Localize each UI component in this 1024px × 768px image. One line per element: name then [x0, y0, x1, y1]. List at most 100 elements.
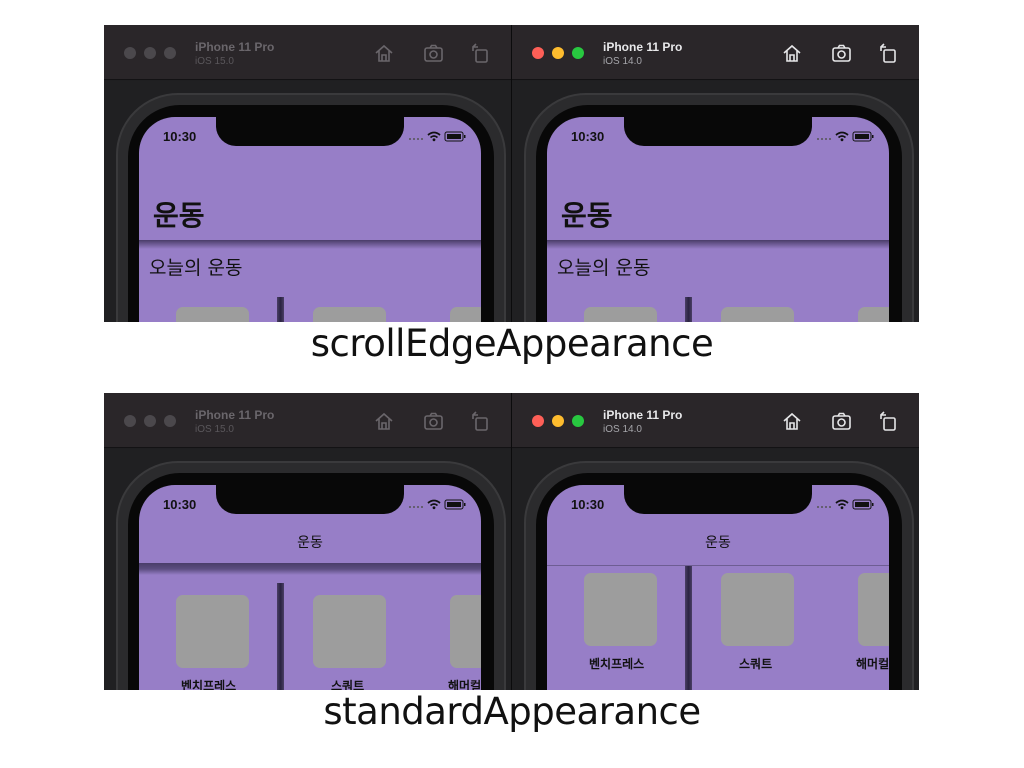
simulator-titlebar: iPhone 11 Pro iOS 15.0	[104, 25, 511, 80]
home-icon[interactable]	[781, 42, 803, 64]
status-time: 10:30	[163, 497, 197, 512]
exercise-label: 해머컬	[448, 679, 481, 690]
exercise-card[interactable]	[721, 573, 794, 646]
minimize-button[interactable]	[144, 415, 156, 427]
simulator-stage: 10:30 운동 벤치프레스 스쿼트 해머컬	[512, 449, 919, 690]
close-button[interactable]	[532, 415, 544, 427]
scroll-edge-screenshot: iPhone 11 Pro iOS 15.0 10:30 운동 오늘의 운동 i…	[104, 25, 919, 322]
simulator-window-ios15: iPhone 11 Pro iOS 15.0 10:30	[104, 25, 511, 322]
home-icon[interactable]	[373, 42, 395, 64]
exercise-card[interactable]	[176, 595, 249, 668]
rotate-icon[interactable]	[877, 42, 899, 64]
exercise-label: 스쿼트	[331, 679, 365, 690]
minimize-button[interactable]	[552, 415, 564, 427]
rotate-icon[interactable]	[469, 410, 491, 432]
exercise-card[interactable]	[313, 595, 386, 668]
exercise-label: 벤치프레스	[589, 657, 645, 671]
os-version: iOS 15.0	[195, 56, 234, 67]
close-button[interactable]	[124, 47, 136, 59]
iphone-screen: 10:30 운동 오늘의 운동	[547, 117, 889, 322]
cell-separator	[685, 297, 692, 322]
notch	[216, 485, 404, 514]
minimize-button[interactable]	[144, 47, 156, 59]
screenshot-icon[interactable]	[831, 42, 853, 64]
close-button[interactable]	[532, 47, 544, 59]
exercise-label: 스쿼트	[739, 657, 773, 671]
zoom-button[interactable]	[164, 47, 176, 59]
section-title: 오늘의 운동	[557, 257, 651, 279]
iphone-screen: 10:30 운동 벤치프레스 스쿼트 해머컬	[139, 485, 481, 690]
simulator-stage: 10:30 운동 벤치프레스 스쿼트 해머컬	[104, 449, 511, 690]
device-name: iPhone 11 Pro	[603, 40, 683, 54]
large-title: 운동	[561, 199, 613, 232]
close-button[interactable]	[124, 415, 136, 427]
status-bar-icons	[409, 499, 466, 510]
standard-screenshot: iPhone 11 Pro iOS 15.0 10:30 운동 벤치프레스 스쿼…	[104, 393, 919, 690]
device-name: iPhone 11 Pro	[195, 408, 275, 422]
iphone-screen: 10:30 운동 오늘의 운동	[139, 117, 481, 322]
simulator-stage: 10:30 운동 오늘의 운동	[512, 81, 919, 322]
simulator-window-ios15: iPhone 11 Pro iOS 15.0 10:30	[104, 393, 511, 690]
device-name: iPhone 11 Pro	[603, 408, 683, 422]
cell-separator	[685, 566, 692, 690]
notch	[624, 117, 812, 146]
exercise-label: 벤치프레스	[181, 679, 237, 690]
inline-nav-title: 운동	[297, 535, 323, 551]
nav-bar-shadow	[547, 240, 889, 249]
exercise-card[interactable]	[450, 595, 481, 668]
caption-scroll-edge: scrollEdgeAppearance	[310, 322, 714, 365]
wifi-icon	[835, 131, 849, 142]
wifi-icon	[427, 499, 441, 510]
battery-icon	[852, 499, 874, 510]
nav-bar-hairline	[547, 565, 889, 566]
large-title: 운동	[153, 199, 205, 232]
rotate-icon[interactable]	[469, 42, 491, 64]
notch	[624, 485, 812, 514]
home-icon[interactable]	[373, 410, 395, 432]
status-time: 10:30	[163, 129, 197, 144]
simulator-titlebar: iPhone 11 Pro iOS 14.0	[512, 25, 919, 80]
battery-icon	[852, 131, 874, 142]
section-title: 오늘의 운동	[149, 257, 243, 279]
cellular-icon	[817, 506, 831, 508]
rotate-icon[interactable]	[877, 410, 899, 432]
status-bar-icons	[817, 131, 874, 142]
wifi-icon	[427, 131, 441, 142]
zoom-button[interactable]	[572, 415, 584, 427]
simulator-window-ios14: iPhone 11 Pro iOS 14.0 10:30	[512, 393, 919, 690]
minimize-button[interactable]	[552, 47, 564, 59]
simulator-stage: 10:30 운동 오늘의 운동	[104, 81, 511, 322]
cell-separator	[277, 583, 284, 690]
os-version: iOS 14.0	[603, 56, 642, 67]
exercise-card[interactable]	[450, 307, 481, 322]
status-time: 10:30	[571, 497, 605, 512]
nav-bar-shadow	[139, 563, 481, 575]
simulator-titlebar: iPhone 11 Pro iOS 15.0	[104, 393, 511, 448]
device-name: iPhone 11 Pro	[195, 40, 275, 54]
exercise-card[interactable]	[176, 307, 249, 322]
exercise-card[interactable]	[721, 307, 794, 322]
status-bar-icons	[409, 131, 466, 142]
iphone-screen: 10:30 운동 벤치프레스 스쿼트 해머컬	[547, 485, 889, 690]
exercise-card[interactable]	[584, 307, 657, 322]
wifi-icon	[835, 499, 849, 510]
exercise-card[interactable]	[858, 307, 889, 322]
battery-icon	[444, 499, 466, 510]
simulator-titlebar: iPhone 11 Pro iOS 14.0	[512, 393, 919, 448]
exercise-card[interactable]	[858, 573, 889, 646]
home-icon[interactable]	[781, 410, 803, 432]
screenshot-icon[interactable]	[423, 410, 445, 432]
caption-standard: standardAppearance	[323, 690, 701, 733]
screenshot-icon[interactable]	[831, 410, 853, 432]
zoom-button[interactable]	[572, 47, 584, 59]
zoom-button[interactable]	[164, 415, 176, 427]
os-version: iOS 15.0	[195, 424, 234, 435]
battery-icon	[444, 131, 466, 142]
cell-separator	[277, 297, 284, 322]
status-time: 10:30	[571, 129, 605, 144]
status-bar-icons	[817, 499, 874, 510]
exercise-card[interactable]	[584, 573, 657, 646]
exercise-label: 해머컬	[856, 657, 889, 671]
exercise-card[interactable]	[313, 307, 386, 322]
screenshot-icon[interactable]	[423, 42, 445, 64]
